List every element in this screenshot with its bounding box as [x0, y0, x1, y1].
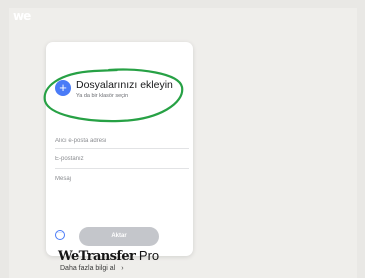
more-options-icon[interactable]: ···: [55, 230, 65, 240]
transfer-panel: + Dosyalarınızı ekleyin Ya da bir klasör…: [46, 42, 193, 256]
wetransfer-pro-heading: WeTransfer Pro: [58, 249, 159, 264]
learn-more-label[interactable]: Daha fazla bilgi al: [60, 265, 115, 272]
brand-name: WeTransfer: [58, 249, 136, 264]
recipient-email-input[interactable]: [55, 138, 188, 144]
add-files-title[interactable]: Dosyalarınızı ekleyin: [76, 79, 173, 91]
select-folder-link[interactable]: Ya da bir klasör seçin: [76, 93, 128, 99]
transfer-button[interactable]: Aktar: [79, 227, 159, 246]
add-files-area[interactable]: + Dosyalarınızı ekleyin Ya da bir klasör…: [55, 79, 189, 115]
recipient-email-field[interactable]: [55, 138, 188, 144]
wetransfer-logo[interactable]: we: [13, 9, 31, 23]
plus-icon[interactable]: +: [55, 80, 71, 96]
message-input[interactable]: [55, 176, 185, 216]
divider: [55, 148, 189, 149]
sender-email-input[interactable]: [55, 156, 188, 162]
chevron-right-icon: ›: [121, 265, 124, 272]
learn-more-link[interactable]: Daha fazla bilgi al ›: [60, 265, 124, 272]
divider: [55, 168, 189, 169]
sender-email-field[interactable]: [55, 156, 188, 162]
brand-suffix: Pro: [138, 248, 160, 263]
